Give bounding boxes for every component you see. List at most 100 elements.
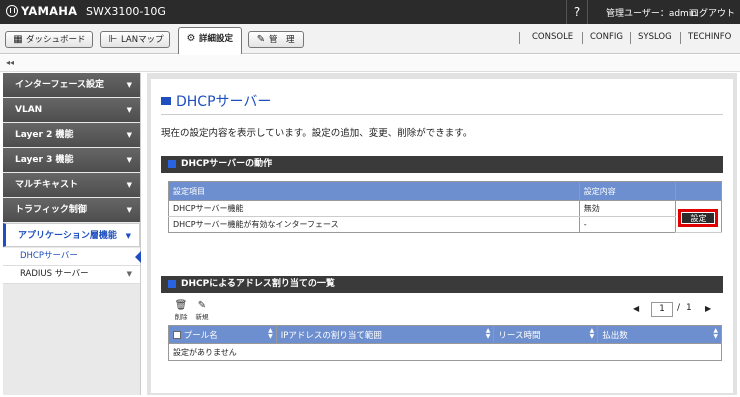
menu-label: VLAN — [15, 105, 43, 115]
divider — [582, 32, 583, 44]
sub-bar: ◂◂ — [0, 55, 740, 72]
column-header-lease-time[interactable]: リース時間 ▲ ▼ — [493, 325, 599, 344]
column-label: プール名 — [183, 330, 218, 341]
table-header-row: プール名 ▲ ▼ IPアドレスの割り当て範囲 ▲ ▼ リース時間 ▲ ▼ 払出数 ▲ ▼ — [168, 325, 722, 344]
column-header-pool-name[interactable]: プール名 ▲ ▼ — [168, 325, 277, 344]
table-row: DHCPサーバー機能 無効 設定 — [168, 200, 723, 233]
settings-button-label: 設定 — [681, 211, 716, 224]
table-row: DHCPサーバー機能が有効なインターフェース - — [168, 216, 722, 233]
selected-indicator-icon — [135, 251, 141, 263]
column-header: 設定項目 — [168, 181, 580, 201]
syslog-link[interactable]: SYSLOG — [638, 32, 672, 42]
action-cell: 設定 — [674, 200, 723, 233]
sidebar-item-vlan[interactable]: VLAN ▼ — [3, 98, 140, 122]
pagination: ◀ 1 / 1 ▶ — [629, 301, 713, 319]
dashboard-icon: ▦ — [13, 34, 23, 45]
table-header-row: 設定項目 設定内容 — [168, 181, 723, 201]
tab-dashboard[interactable]: ▦ ダッシュボード — [5, 31, 93, 48]
gear-icon: ⚙ — [186, 33, 196, 44]
content-panel: DHCPサーバー 現在の設定内容を表示しています。設定の追加、変更、削除ができま… — [151, 79, 733, 393]
dhcp-operation-table: 設定項目 設定内容 DHCPサーバー機能 無効 設定 DHCPサーバー機能が有効… — [168, 181, 723, 233]
wrench-icon: ✎ — [256, 34, 266, 45]
user-label: 管理ユーザー：admin — [606, 9, 698, 19]
sidebar-item-traffic-control[interactable]: トラフィック制御 ▼ — [3, 198, 140, 222]
delete-button[interactable]: 🗑 削除 — [173, 300, 189, 321]
chevron-down-icon: ▼ — [126, 206, 132, 214]
setting-value: - — [578, 216, 676, 233]
tab-lan-map[interactable]: ⊩ LANマップ — [100, 31, 170, 48]
sort-icon: ▲ ▼ — [268, 327, 273, 340]
tab-management[interactable]: ✎ 管 理 — [248, 31, 304, 48]
techinfo-link[interactable]: TECHINFO — [688, 32, 731, 42]
page-number-input[interactable]: 1 — [651, 302, 673, 317]
new-button[interactable]: ✎ 新規 — [194, 300, 210, 321]
chevron-down-icon: ▼ — [125, 232, 131, 240]
empty-message: 設定がありません — [168, 343, 722, 361]
console-link[interactable]: CONSOLE — [532, 32, 573, 42]
subitem-label: DHCPサーバー — [20, 251, 78, 261]
column-header-ip-range[interactable]: IPアドレスの割り当て範囲 ▲ ▼ — [275, 325, 495, 344]
lan-map-icon: ⊩ — [108, 34, 118, 45]
sidebar-item-multicast[interactable]: マルチキャスト ▼ — [3, 173, 140, 197]
menu-label: トラフィック制御 — [15, 205, 87, 215]
sort-icon: ▲ ▼ — [589, 327, 595, 340]
setting-item: DHCPサーバー機能 — [168, 200, 580, 217]
new-label: 新規 — [195, 313, 209, 321]
setting-value: 無効 — [578, 200, 676, 217]
delete-label: 削除 — [174, 313, 188, 321]
sidebar-item-layer2[interactable]: Layer 2 機能 ▼ — [3, 123, 140, 147]
sidebar-subitem-radius-server[interactable]: RADIUS サーバー ▼ — [3, 266, 140, 284]
page-total: 1 — [686, 303, 692, 313]
tab-label: ダッシュボード — [26, 35, 86, 45]
sidebar-subitem-dhcp-server[interactable]: DHCPサーバー — [3, 248, 141, 266]
page-description: 現在の設定内容を表示しています。設定の追加、変更、削除ができます。 — [161, 128, 473, 139]
next-page-icon[interactable]: ▶ — [705, 304, 711, 313]
menu-label: Layer 3 機能 — [15, 155, 74, 165]
column-label: 払出数 — [602, 330, 628, 341]
chevron-down-icon: ▼ — [126, 181, 132, 189]
page-title-text: DHCPサーバー — [176, 94, 272, 110]
select-all-checkbox[interactable] — [173, 330, 181, 339]
setting-item: DHCPサーバー機能が有効なインターフェース — [168, 216, 580, 233]
section-header-address-list: DHCPによるアドレス割り当ての一覧 — [161, 276, 723, 293]
tab-label: 詳細設定 — [199, 34, 234, 44]
table-row: 設定がありません — [168, 343, 722, 361]
column-header-issued-count[interactable]: 払出数 ▲ ▼ — [597, 325, 722, 344]
sidebar-item-interface[interactable]: インターフェース設定 ▼ — [3, 73, 140, 97]
config-link[interactable]: CONFIG — [590, 32, 623, 42]
tab-detailed-settings[interactable]: ⚙ 詳細設定 — [178, 27, 242, 54]
menu-label: インターフェース設定 — [15, 80, 105, 90]
settings-button[interactable]: 設定 — [678, 208, 719, 227]
chevron-down-icon: ▼ — [126, 131, 132, 139]
sidebar-item-layer3[interactable]: Layer 3 機能 ▼ — [3, 148, 140, 172]
yamaha-logo-icon — [6, 5, 18, 17]
collapse-menu-icon[interactable]: ◂◂ — [6, 58, 14, 67]
main-area: DHCPサーバー 現在の設定内容を表示しています。設定の追加、変更、削除ができま… — [147, 73, 737, 395]
menu-label: Layer 2 機能 — [15, 130, 74, 140]
new-edit-icon: ✎ — [197, 300, 207, 311]
top-bar: YAMAHA SWX3100-10G ? 管理ユーザー：admin ログアウト — [0, 0, 740, 24]
logout-link[interactable]: ログアウト — [690, 6, 735, 19]
column-header-empty — [674, 181, 723, 201]
prev-page-icon[interactable]: ◀ — [633, 304, 639, 313]
tab-label: LANマップ — [121, 35, 164, 45]
divider — [519, 32, 520, 44]
tab-label: 管 理 — [269, 35, 295, 45]
sidebar: インターフェース設定 ▼ VLAN ▼ Layer 2 機能 ▼ Layer 3 機能… — [3, 73, 141, 395]
column-label: IPアドレスの割り当て範囲 — [280, 330, 382, 341]
chevron-down-icon: ▼ — [126, 81, 132, 89]
chevron-down-icon: ▼ — [126, 270, 132, 278]
sort-icon: ▲ ▼ — [485, 327, 491, 340]
column-label: リース時間 — [498, 330, 541, 341]
divider — [680, 32, 681, 44]
subitem-label: RADIUS サーバー — [20, 269, 89, 279]
sidebar-item-application-layer[interactable]: アプリケーション層機能 ▼ — [3, 223, 140, 247]
column-header: 設定内容 — [578, 181, 676, 201]
page-title: DHCPサーバー — [161, 91, 271, 111]
menu-label: アプリケーション層機能 — [18, 231, 117, 241]
logo-text: YAMAHA — [21, 4, 78, 18]
section-header-dhcp-operation: DHCPサーバーの動作 — [161, 156, 723, 173]
trash-icon: 🗑 — [174, 300, 188, 311]
sort-icon: ▲ ▼ — [713, 327, 718, 340]
help-button[interactable]: ? — [566, 0, 588, 24]
